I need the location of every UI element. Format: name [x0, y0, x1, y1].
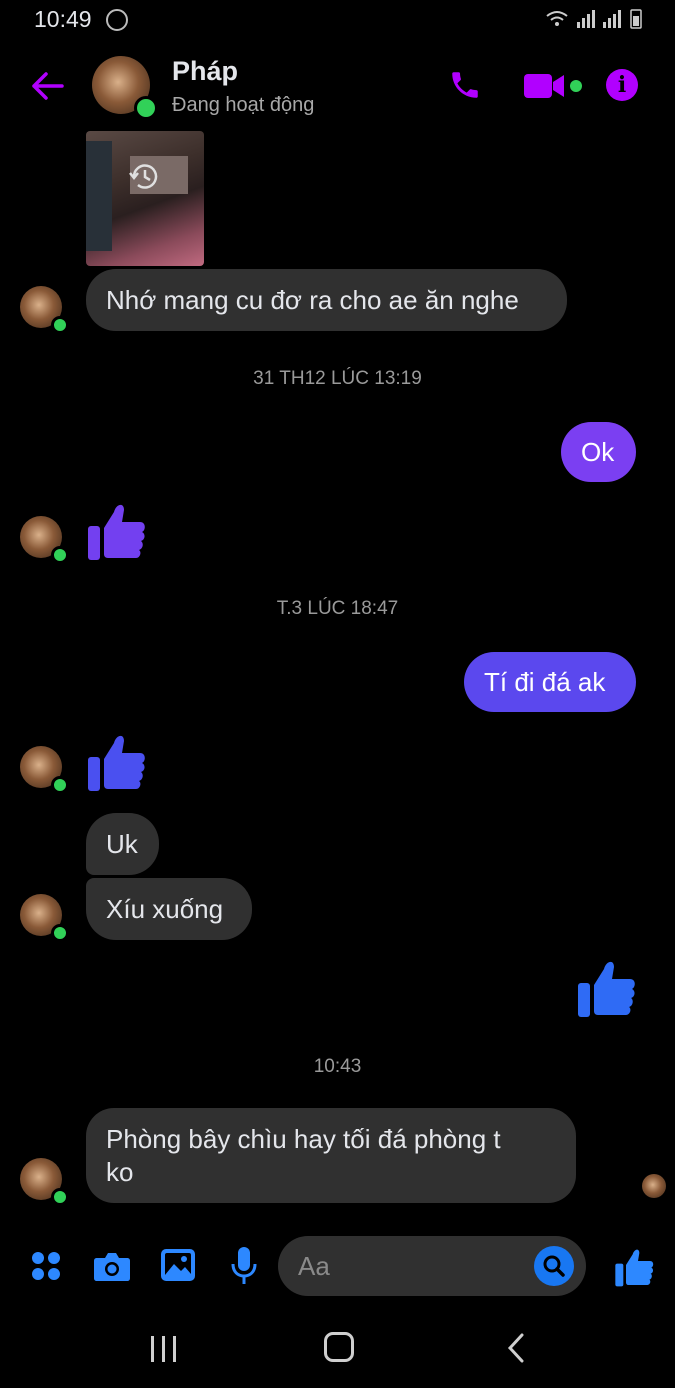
- nav-back-icon[interactable]: [504, 1332, 528, 1364]
- recent-apps-icon[interactable]: [148, 1334, 180, 1364]
- thumbs-up-icon[interactable]: [86, 500, 146, 562]
- signal-battery-icons: [545, 8, 645, 35]
- signal-icon: [546, 9, 642, 29]
- online-indicator: [51, 1188, 69, 1206]
- phone-icon[interactable]: [448, 68, 482, 102]
- message-input[interactable]: [298, 1236, 528, 1296]
- messenger-status-icon: [106, 9, 128, 31]
- mic-icon[interactable]: [230, 1246, 258, 1286]
- like-icon[interactable]: [614, 1246, 654, 1288]
- message-incoming[interactable]: Xíu xuống: [86, 878, 252, 940]
- back-arrow-icon[interactable]: [28, 68, 68, 104]
- timestamp: 10:43: [313, 1056, 362, 1077]
- seen-indicator-avatar: [642, 1174, 666, 1198]
- thumbs-up-icon[interactable]: [86, 731, 146, 793]
- online-indicator: [134, 96, 158, 120]
- home-button[interactable]: [324, 1332, 354, 1362]
- message-outgoing[interactable]: Tí đi đá ak: [464, 652, 636, 712]
- message-line: Phòng bây chìu hay tối đá phòng t: [106, 1124, 501, 1154]
- message-incoming[interactable]: Nhớ mang cu đơ ra cho ae ăn nghe: [86, 269, 567, 331]
- video-active-dot: [570, 80, 582, 92]
- online-indicator: [51, 546, 69, 564]
- message-composer: [278, 1236, 586, 1296]
- message-incoming[interactable]: Phòng bây chìu hay tối đá phòng t ko: [86, 1108, 576, 1203]
- online-indicator: [51, 316, 69, 334]
- message-incoming[interactable]: Uk: [86, 813, 159, 875]
- online-indicator: [51, 924, 69, 942]
- message-outgoing[interactable]: Ok: [561, 422, 636, 482]
- contact-name[interactable]: Pháp: [172, 56, 238, 87]
- timestamp: 31 TH12 LÚC 13:19: [253, 368, 422, 389]
- info-icon[interactable]: i: [606, 69, 638, 101]
- timestamp: T.3 LÚC 18:47: [276, 598, 399, 619]
- history-icon: [129, 164, 158, 189]
- thumbs-up-icon[interactable]: [576, 957, 636, 1019]
- shared-photo[interactable]: [86, 131, 204, 266]
- status-time: 10:49: [34, 6, 92, 32]
- gallery-icon[interactable]: [160, 1248, 196, 1282]
- video-call-icon[interactable]: [524, 70, 566, 102]
- message-line: ko: [106, 1157, 134, 1187]
- contact-status: Đang hoạt động: [172, 94, 315, 116]
- search-icon: [543, 1255, 565, 1277]
- online-indicator: [51, 776, 69, 794]
- emoji-search-button[interactable]: [534, 1246, 574, 1286]
- apps-icon[interactable]: [30, 1250, 62, 1282]
- camera-icon[interactable]: [93, 1250, 131, 1282]
